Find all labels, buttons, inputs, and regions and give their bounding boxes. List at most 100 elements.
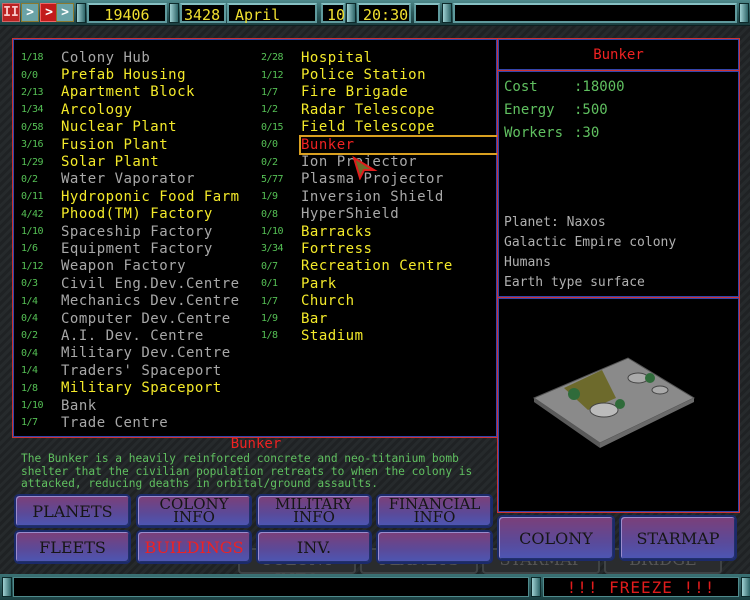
building-row[interactable]: 1/9 Bar	[261, 310, 505, 327]
building-row[interactable]: 0/2 Ion Projector	[261, 153, 505, 170]
building-name[interactable]: Military Spaceport	[61, 380, 222, 396]
building-name[interactable]: Hydroponic Food Farm	[61, 189, 240, 205]
building-name[interactable]: Computer Dev.Centre	[61, 311, 231, 327]
building-name[interactable]: Barracks	[301, 224, 372, 240]
building-name[interactable]: Apartment Block	[61, 84, 195, 100]
building-row[interactable]: 1/7 Church	[261, 292, 505, 309]
divider-knob	[531, 577, 541, 597]
building-name[interactable]: Phood(TM) Factory	[61, 206, 213, 222]
building-row[interactable]: 5/77 Plasma Projector	[261, 171, 505, 188]
building-row[interactable]: 1/10 Spaceship Factory	[21, 223, 240, 240]
building-name[interactable]: Trade Centre	[61, 415, 168, 431]
building-row[interactable]: 1/2 Radar Telescope	[261, 101, 505, 118]
military-info-button[interactable]: MILITARY INFO	[256, 494, 372, 528]
building-row[interactable]: 0/4 Military Dev.Centre	[21, 345, 240, 362]
building-row[interactable]: 1/34 Arcology	[21, 101, 240, 118]
building-row[interactable]: 0/1 Park	[261, 275, 505, 292]
inv-button[interactable]: INV.	[256, 530, 372, 564]
building-row[interactable]: 1/10 Barracks	[261, 223, 505, 240]
financial-info-button[interactable]: FINANCIAL INFO	[376, 494, 493, 528]
building-row[interactable]: 3/16 Fusion Plant	[21, 136, 240, 153]
building-name[interactable]: Field Telescope	[301, 119, 435, 135]
building-name[interactable]: Nuclear Plant	[61, 119, 177, 135]
building-name[interactable]: Prefab Housing	[61, 67, 186, 83]
building-name[interactable]: Colony Hub	[61, 50, 150, 66]
building-count: 0/4	[21, 347, 38, 359]
building-name[interactable]: Police Station	[301, 67, 426, 83]
building-count: 3/16	[21, 139, 44, 151]
building-row[interactable]: 1/12 Weapon Factory	[21, 258, 240, 275]
building-row[interactable]: 1/12 Police Station	[261, 66, 505, 83]
building-count: 0/4	[21, 313, 38, 325]
building-row[interactable]: 2/13 Apartment Block	[21, 84, 240, 101]
building-row[interactable]: 1/8 Military Spaceport	[21, 379, 240, 396]
planets-button[interactable]: PLANETS	[14, 494, 131, 528]
building-name[interactable]: Weapon Factory	[61, 258, 186, 274]
play-button[interactable]: >	[21, 3, 39, 22]
building-name[interactable]: Spaceship Factory	[61, 224, 213, 240]
building-row[interactable]: 0/0 Bunker	[261, 134, 507, 155]
building-row[interactable]: 1/4 Mechanics Dev.Centre	[21, 292, 240, 309]
fastest-forward-button[interactable]: >	[56, 3, 74, 22]
building-name[interactable]: Inversion Shield	[301, 189, 444, 205]
building-name[interactable]: Stadium	[301, 328, 364, 344]
colony-info-button[interactable]: COLONY INFO	[136, 494, 252, 528]
building-row[interactable]: 0/8 HyperShield	[261, 206, 505, 223]
building-row[interactable]: 0/15 Field Telescope	[261, 119, 505, 136]
building-row[interactable]: 0/0 Prefab Housing	[21, 66, 240, 83]
fast-forward-icon: >	[45, 5, 53, 20]
building-row[interactable]: 0/7 Recreation Centre	[261, 258, 505, 275]
building-row[interactable]: 1/8 Stadium	[261, 327, 505, 344]
building-name[interactable]: Bank	[61, 398, 97, 414]
building-row[interactable]: 0/2 Water Vaporator	[21, 171, 240, 188]
planet-surface: Earth type surface	[504, 275, 645, 290]
building-row[interactable]: 4/42 Phood(TM) Factory	[21, 206, 240, 223]
colony-button[interactable]: COLONY	[497, 515, 615, 561]
building-name[interactable]: Solar Plant	[61, 154, 159, 170]
building-row[interactable]: 3/34 Fortress	[261, 240, 505, 257]
building-row[interactable]: 1/9 Inversion Shield	[261, 188, 505, 205]
building-name[interactable]: Fortress	[301, 241, 372, 257]
buildings-button[interactable]: BUILDINGS	[136, 530, 252, 564]
building-row[interactable]: 1/29 Solar Plant	[21, 153, 240, 170]
building-row[interactable]: 0/11 Hydroponic Food Farm	[21, 188, 240, 205]
building-row[interactable]: 0/3 Civil Eng.Dev.Centre	[21, 275, 240, 292]
building-name[interactable]: Water Vaporator	[61, 171, 195, 187]
planet-name: Planet: Naxos	[504, 215, 606, 230]
building-row[interactable]: 1/18 Colony Hub	[21, 49, 240, 66]
building-name[interactable]: Bunker	[299, 134, 507, 155]
building-name[interactable]: Hospital	[301, 50, 372, 66]
building-name[interactable]: Equipment Factory	[61, 241, 213, 257]
building-count: 4/42	[21, 208, 44, 220]
building-row[interactable]: 1/4 Traders' Spaceport	[21, 362, 240, 379]
building-row[interactable]: 2/28 Hospital	[261, 49, 505, 66]
building-name[interactable]: Civil Eng.Dev.Centre	[61, 276, 240, 292]
building-row[interactable]: 0/4 Computer Dev.Centre	[21, 310, 240, 327]
building-name[interactable]: Fire Brigade	[301, 84, 408, 100]
building-row[interactable]: 0/2 A.I. Dev. Centre	[21, 327, 240, 344]
building-name[interactable]: Recreation Centre	[301, 258, 453, 274]
building-row[interactable]: 1/7 Fire Brigade	[261, 84, 505, 101]
fastest-forward-icon: >	[61, 5, 69, 20]
building-name[interactable]: Church	[301, 293, 355, 309]
building-name[interactable]: Radar Telescope	[301, 102, 435, 118]
building-name[interactable]: A.I. Dev. Centre	[61, 328, 204, 344]
building-row[interactable]: 1/7 Trade Centre	[21, 414, 240, 431]
building-name[interactable]: Traders' Spaceport	[61, 363, 222, 379]
building-name[interactable]: Arcology	[61, 102, 132, 118]
message-display	[453, 3, 737, 23]
building-row[interactable]: 0/58 Nuclear Plant	[21, 119, 240, 136]
building-name[interactable]: Park	[301, 276, 337, 292]
building-name[interactable]: Military Dev.Centre	[61, 345, 231, 361]
pause-button[interactable]: II	[2, 3, 20, 22]
building-count: 0/8	[261, 208, 278, 220]
building-row[interactable]: 1/10 Bank	[21, 397, 240, 414]
starmap-button[interactable]: STARMAP	[619, 515, 737, 561]
building-name[interactable]: HyperShield	[301, 206, 399, 222]
building-name[interactable]: Fusion Plant	[61, 137, 168, 153]
building-name[interactable]: Mechanics Dev.Centre	[61, 293, 240, 309]
empty-button[interactable]	[376, 530, 493, 564]
building-name[interactable]: Bar	[301, 311, 328, 327]
building-row[interactable]: 1/6 Equipment Factory	[21, 240, 240, 257]
fleets-button[interactable]: FLEETS	[14, 530, 131, 564]
